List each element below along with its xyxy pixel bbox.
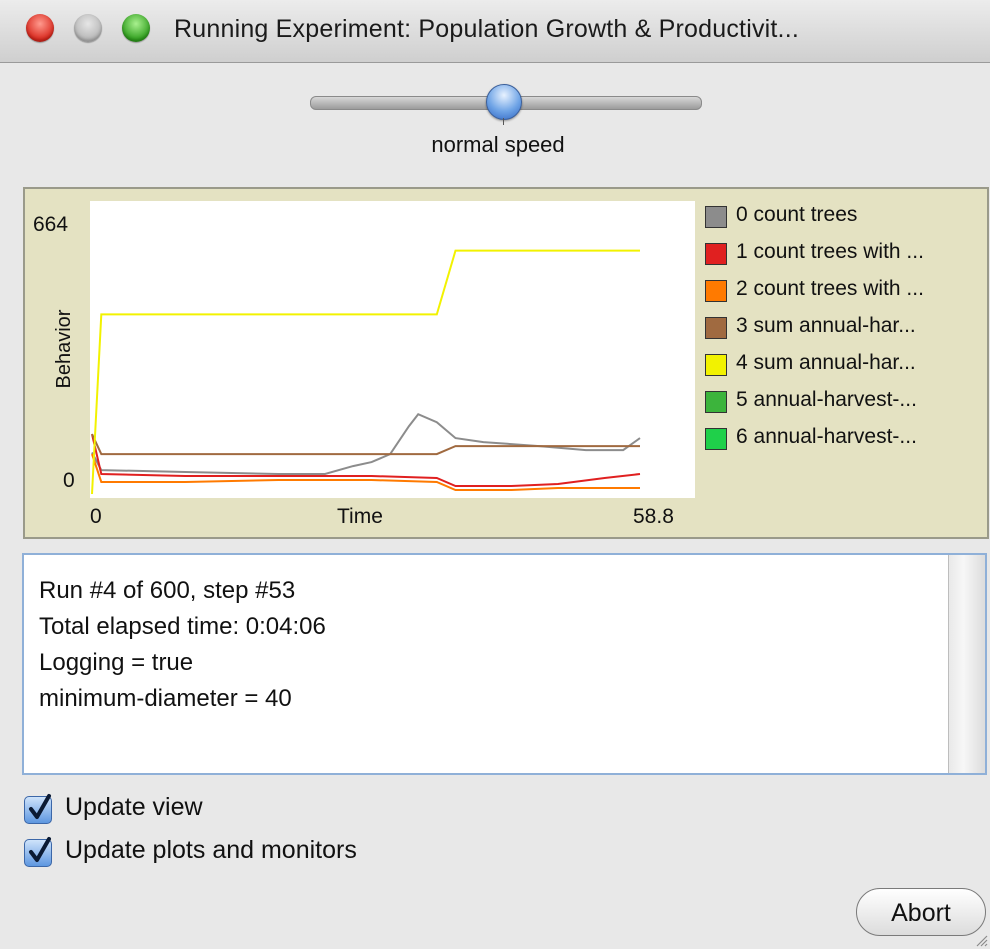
legend-label: 3 sum annual-har... <box>736 314 916 337</box>
parameter-line: minimum-diameter = 40 <box>39 685 292 712</box>
legend-item: 4 sum annual-har... <box>705 351 987 388</box>
update-view-checkbox[interactable] <box>24 794 52 824</box>
window-title: Running Experiment: Population Growth & … <box>174 15 799 43</box>
series-line <box>91 412 641 475</box>
legend-item: 2 count trees with ... <box>705 277 987 314</box>
update-view-label: Update view <box>65 793 203 821</box>
update-plots-checkbox[interactable] <box>24 837 52 867</box>
window-titlebar: Running Experiment: Population Growth & … <box>0 0 990 63</box>
run-progress-line: Run #4 of 600, step #53 <box>39 577 296 604</box>
zoom-window-button[interactable] <box>122 14 150 42</box>
logging-line: Logging = true <box>39 649 194 676</box>
x-axis-min-label: 0 <box>90 505 102 528</box>
minimize-window-button[interactable] <box>74 14 102 42</box>
resize-grip-icon[interactable] <box>974 933 988 947</box>
x-axis-label: Time <box>337 505 383 528</box>
update-plots-label: Update plots and monitors <box>65 836 357 864</box>
x-axis-max-label: 58.8 <box>633 505 674 528</box>
checkmark-icon <box>29 837 51 862</box>
legend-item: 6 annual-harvest-... <box>705 425 987 462</box>
y-axis-max-label: 664 <box>33 213 69 236</box>
legend-item: 0 count trees <box>705 203 987 240</box>
legend-swatch <box>705 354 727 376</box>
speed-label: normal speed <box>431 132 565 157</box>
run-log-textarea[interactable]: Run #4 of 600, step #53 Total elapsed ti… <box>22 553 987 775</box>
speed-slider-thumb[interactable] <box>486 84 522 120</box>
legend-label: 5 annual-harvest-... <box>736 388 917 411</box>
y-axis-min-label: 0 <box>63 469 75 492</box>
legend-item: 3 sum annual-har... <box>705 314 987 351</box>
legend-swatch <box>705 280 727 302</box>
behavior-plot: 664 Behavior 0 0 Time 58.8 0 count trees… <box>23 187 989 539</box>
abort-button[interactable]: Abort <box>856 888 986 936</box>
legend-swatch <box>705 317 727 339</box>
plot-lines <box>91 249 641 495</box>
speed-slider-tick <box>503 118 504 125</box>
legend-label: 6 annual-harvest-... <box>736 425 917 448</box>
legend-item: 5 annual-harvest-... <box>705 388 987 425</box>
run-log-text: Run #4 of 600, step #53 Total elapsed ti… <box>39 573 326 717</box>
legend-label: 1 count trees with ... <box>736 240 924 263</box>
y-axis-label: Behavior <box>53 309 75 389</box>
legend-label: 0 count trees <box>736 203 858 226</box>
legend-swatch <box>705 428 727 450</box>
series-line <box>91 249 640 495</box>
close-window-button[interactable] <box>26 14 54 42</box>
plot-legend: 0 count trees 1 count trees with ... 2 c… <box>705 203 987 462</box>
log-scrollbar[interactable] <box>948 555 985 773</box>
legend-swatch <box>705 206 727 228</box>
elapsed-time-line: Total elapsed time: 0:04:06 <box>39 613 326 640</box>
legend-label: 2 count trees with ... <box>736 277 924 300</box>
series-line <box>91 433 640 456</box>
plot-area <box>90 201 695 498</box>
legend-swatch <box>705 243 727 265</box>
checkmark-icon <box>29 794 51 819</box>
series-line <box>91 433 641 487</box>
legend-label: 4 sum annual-har... <box>736 351 916 374</box>
legend-swatch <box>705 391 727 413</box>
legend-item: 1 count trees with ... <box>705 240 987 277</box>
